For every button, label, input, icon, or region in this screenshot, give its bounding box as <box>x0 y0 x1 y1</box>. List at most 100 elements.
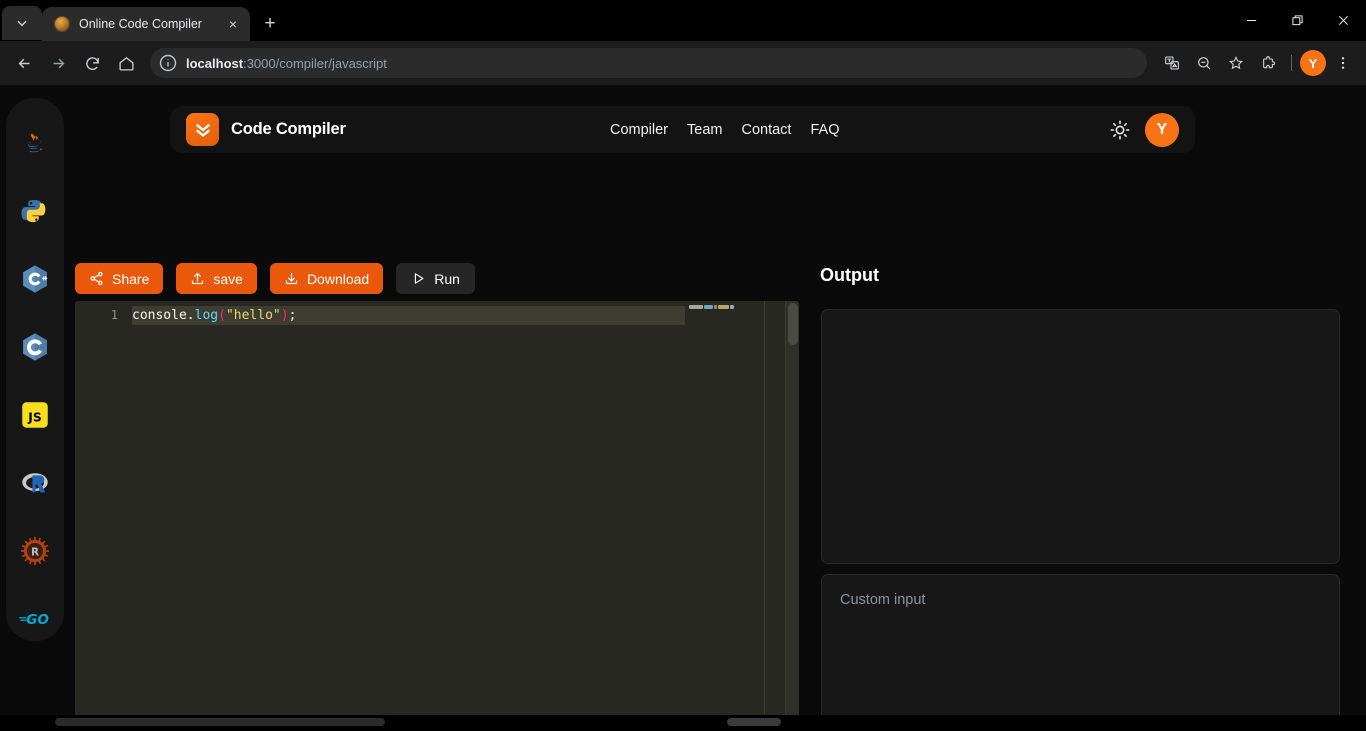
bookmark-button[interactable] <box>1221 48 1251 78</box>
editor-main[interactable]: 1 console.log("hello"); <box>75 301 785 729</box>
nav-link-contact[interactable]: Contact <box>741 122 791 138</box>
theme-toggle-button[interactable] <box>1109 119 1131 141</box>
share-button-label: Share <box>112 271 149 287</box>
arrow-left-icon <box>16 55 33 72</box>
reload-button[interactable] <box>76 47 108 79</box>
editor-scrollbar-thumb[interactable] <box>788 303 798 345</box>
maximize-icon <box>1292 15 1303 26</box>
editor-gutter: 1 <box>75 301 132 729</box>
nav-link-team[interactable]: Team <box>687 122 722 138</box>
upload-icon <box>190 271 205 286</box>
token-method: log <box>195 308 218 323</box>
minimize-icon <box>1246 15 1257 26</box>
editor-minimap-divider <box>764 301 765 729</box>
tab-close-button[interactable]: × <box>224 15 242 33</box>
extensions-button[interactable] <box>1253 48 1283 78</box>
svg-text:GO: GO <box>26 612 49 628</box>
golang-icon: GO <box>18 602 52 636</box>
tab-search-button[interactable] <box>2 6 42 40</box>
svg-text:JS: JS <box>27 410 41 424</box>
play-icon <box>411 271 426 286</box>
sidebar-item-cpp[interactable] <box>18 262 52 296</box>
svg-text:R: R <box>31 548 39 559</box>
sidebar-item-python[interactable] <box>18 194 52 228</box>
user-avatar[interactable]: Y <box>1145 113 1179 147</box>
sidebar-item-java[interactable] <box>18 126 52 160</box>
python-icon <box>18 194 52 228</box>
nav-link-compiler[interactable]: Compiler <box>610 122 668 138</box>
brand-name: Code Compiler <box>231 120 346 139</box>
app-header: Code Compiler Compiler Team Contact FAQ … <box>170 106 1195 153</box>
r-language-icon <box>18 466 52 500</box>
token-string: "hello" <box>226 308 281 323</box>
browser-tab[interactable]: Online Code Compiler × <box>42 7 250 41</box>
output-title: Output <box>820 265 879 286</box>
java-icon <box>18 126 52 160</box>
sidebar-item-go[interactable]: GO <box>18 602 52 636</box>
rust-icon: R <box>18 534 52 568</box>
window-close-button[interactable] <box>1320 0 1366 41</box>
download-button[interactable]: Download <box>270 263 383 294</box>
chrome-menu-button[interactable] <box>1328 48 1358 78</box>
close-icon <box>1338 15 1349 26</box>
window-minimize-button[interactable] <box>1228 0 1274 41</box>
save-button-label: save <box>213 271 243 287</box>
home-icon <box>118 55 135 72</box>
chevron-down-icon <box>15 16 29 30</box>
custom-input-panel[interactable]: Custom input <box>821 574 1340 729</box>
javascript-icon: JS <box>18 398 52 432</box>
translate-icon <box>1164 55 1180 71</box>
address-bar[interactable]: localhost:3000/compiler/javascript <box>150 48 1147 78</box>
back-button[interactable] <box>8 47 40 79</box>
page-content: JS <box>0 85 1366 729</box>
url-path: :3000/compiler/javascript <box>243 56 387 71</box>
editor-vertical-scrollbar[interactable] <box>785 301 799 729</box>
token-close-paren: ) <box>281 308 289 323</box>
token-dot: . <box>187 308 195 323</box>
toolbar-actions: Y <box>1157 48 1358 78</box>
sidebar-item-javascript[interactable]: JS <box>18 398 52 432</box>
profile-avatar[interactable]: Y <box>1300 50 1326 76</box>
forward-button[interactable] <box>42 47 74 79</box>
share-button[interactable]: Share <box>75 263 163 294</box>
reload-icon <box>84 55 101 72</box>
c-language-icon <box>18 330 52 364</box>
puzzle-piece-icon <box>1260 55 1276 71</box>
home-button[interactable] <box>110 47 142 79</box>
run-button-label: Run <box>434 271 460 287</box>
share-nodes-icon <box>89 271 104 286</box>
brand-logo-icon <box>186 113 219 146</box>
editor-minimap[interactable] <box>685 301 751 729</box>
scrollbar-track-segment[interactable] <box>55 718 385 726</box>
window-maximize-button[interactable] <box>1274 0 1320 41</box>
save-button[interactable]: save <box>176 263 257 294</box>
star-icon <box>1228 55 1244 71</box>
language-sidebar: JS <box>6 98 64 641</box>
zoom-out-button[interactable] <box>1189 48 1219 78</box>
double-chevron-down-icon <box>192 119 214 141</box>
minimap-code-preview <box>689 305 734 309</box>
scrollbar-thumb[interactable] <box>727 718 781 726</box>
sidebar-item-c[interactable] <box>18 330 52 364</box>
url-host: localhost <box>186 56 243 71</box>
editor-toolbar: Share save Download Run <box>75 263 475 294</box>
line-number: 1 <box>75 306 118 325</box>
nav-link-faq[interactable]: FAQ <box>810 122 839 138</box>
new-tab-button[interactable]: + <box>255 9 285 39</box>
cplusplus-icon <box>18 262 52 296</box>
translate-button[interactable] <box>1157 48 1187 78</box>
url-text: localhost:3000/compiler/javascript <box>186 56 387 71</box>
page-horizontal-scrollbar[interactable] <box>0 715 1366 729</box>
browser-chrome: Online Code Compiler × + <box>0 0 1366 85</box>
brand[interactable]: Code Compiler <box>186 113 346 146</box>
code-editor[interactable]: 1 console.log("hello"); <box>75 301 799 729</box>
sidebar-item-rust[interactable]: R <box>18 534 52 568</box>
tab-favicon-icon <box>54 16 70 32</box>
sidebar-item-r[interactable] <box>18 466 52 500</box>
header-actions: Y <box>1109 113 1179 147</box>
window-controls <box>1228 0 1366 41</box>
download-icon <box>284 271 299 286</box>
three-dots-vertical-icon <box>1335 55 1351 71</box>
site-info-icon[interactable] <box>158 53 178 73</box>
run-button[interactable]: Run <box>396 263 475 294</box>
